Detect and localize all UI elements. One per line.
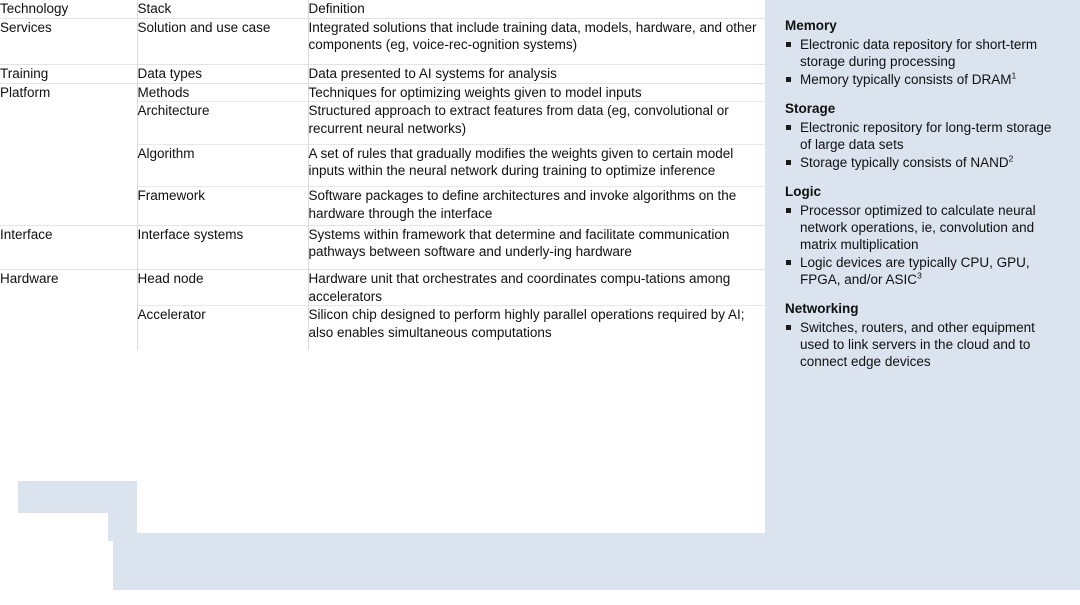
list-item: Electronic repository for long-term stor… [785,119,1066,153]
cell-stack: Methods [136,82,308,102]
panel-group-networking: Networking Switches, routers, and other … [785,301,1066,370]
cell-definition: Integrated solutions that include traini… [307,17,765,65]
list-item: Logic devices are typically CPU, GPU, FP… [785,254,1066,288]
panel-bullet-text: Logic devices are typically CPU, GPU, FP… [800,255,1030,287]
cell-stack: Data types [136,64,308,83]
square-bullet-icon [786,260,791,265]
panel-bullet-text: Memory typically consists of DRAM [800,72,1012,87]
panel-heading-networking: Networking [785,301,859,316]
panel-list-memory: Electronic data repository for short-ter… [785,36,1066,88]
table-row-accelerator: Accelerator Silicon chip designed to per… [0,305,765,350]
panel-bullet-text: Storage typically consists of NAND [800,155,1009,170]
list-item: Switches, routers, and other equipment u… [785,319,1066,370]
list-item: Memory typically consists of DRAM1 [785,71,1066,88]
footnote-marker: 1 [1011,70,1017,81]
table-row: Framework Software packages to define ar… [0,186,765,226]
cell-stack: Interface systems [136,224,308,270]
table-row: Architecture Structured approach to extr… [0,101,765,145]
square-bullet-icon [786,160,791,165]
hardware-row-highlight [18,481,137,513]
cell-stack: Solution and use case [136,17,308,65]
panel-heading-storage: Storage [785,101,836,116]
panel-bullet-text: Electronic data repository for short-ter… [800,37,1038,69]
cell-definition: Hardware unit that orchestrates and coor… [307,269,765,306]
panel-heading-logic: Logic [785,184,821,199]
table-row: Interface Interface systems Systems with… [0,224,765,270]
panel-list-storage: Electronic repository for long-term stor… [785,119,1066,171]
panel-group-logic: Logic Processor optimized to calculate n… [785,184,1066,288]
panel-list-logic: Processor optimized to calculate neural … [785,202,1066,288]
list-item: Electronic data repository for short-ter… [785,36,1066,70]
cell-technology: Training [0,64,137,83]
cell-stack: Accelerator [136,305,308,350]
accelerator-row-highlight [113,533,765,590]
cell-stack: Framework [136,186,308,225]
cell-definition: Structured approach to extract features … [307,101,765,144]
square-bullet-icon [786,42,791,47]
list-item: Processor optimized to calculate neural … [785,202,1066,253]
column-header-stack: Stack [136,0,308,18]
cell-technology: Hardware [0,269,137,306]
cell-technology: Interface [0,224,137,270]
cell-technology [0,144,137,187]
cell-technology [0,306,137,350]
cell-definition: Systems within framework that determine … [307,224,765,270]
table-row: Algorithm A set of rules that gradually … [0,143,765,187]
table-header-row: Technology Stack Definition [0,0,765,18]
cell-definition: Software packages to define architecture… [307,186,765,225]
table-row: Services Solution and use case Integrate… [0,17,765,65]
cell-definition: Silicon chip designed to perform highly … [307,305,765,350]
panel-list-networking: Switches, routers, and other equipment u… [785,319,1066,370]
panel-heading-memory: Memory [785,18,837,33]
hardware-info-panel: Memory Electronic data repository for sh… [765,0,1080,533]
panel-bullet-text: Switches, routers, and other equipment u… [800,320,1035,369]
cell-technology [0,187,137,226]
diagram-canvas: Memory Electronic data repository for sh… [0,0,1080,605]
table-row: Training Data types Data presented to AI… [0,64,765,83]
table-row-hardware: Hardware Head node Hardware unit that or… [0,269,765,306]
list-item: Storage typically consists of NAND2 [785,154,1066,171]
footnote-marker: 3 [917,270,922,281]
panel-group-storage: Storage Electronic repository for long-t… [785,101,1066,171]
cell-technology: Services [0,17,137,65]
cell-stack: Algorithm [136,143,308,187]
column-header-technology: Technology [0,1,69,16]
cell-definition: Techniques for optimizing weights given … [307,82,765,102]
table-row: Platform Methods Techniques for optimizi… [0,82,765,102]
footnote-marker: 2 [1008,153,1014,164]
cell-definition: Data presented to AI systems for analysi… [307,64,765,83]
square-bullet-icon [786,125,791,130]
panel-bullet-text: Processor optimized to calculate neural … [800,203,1036,252]
square-bullet-icon [786,208,791,213]
square-bullet-icon [786,325,791,330]
square-bullet-icon [786,77,791,82]
info-panel-foot [765,533,1080,590]
cell-technology [0,102,137,145]
panel-group-memory: Memory Electronic data repository for sh… [785,18,1066,88]
cell-definition: A set of rules that gradually modifies t… [307,143,765,187]
technology-stack-table: Technology Stack Definition Services Sol… [0,0,765,350]
cell-technology: Platform [0,82,137,102]
cell-stack: Architecture [136,101,308,144]
panel-bullet-text: Electronic repository for long-term stor… [800,120,1052,152]
cell-stack: Head node [136,269,308,306]
column-header-definition: Definition [307,0,765,18]
